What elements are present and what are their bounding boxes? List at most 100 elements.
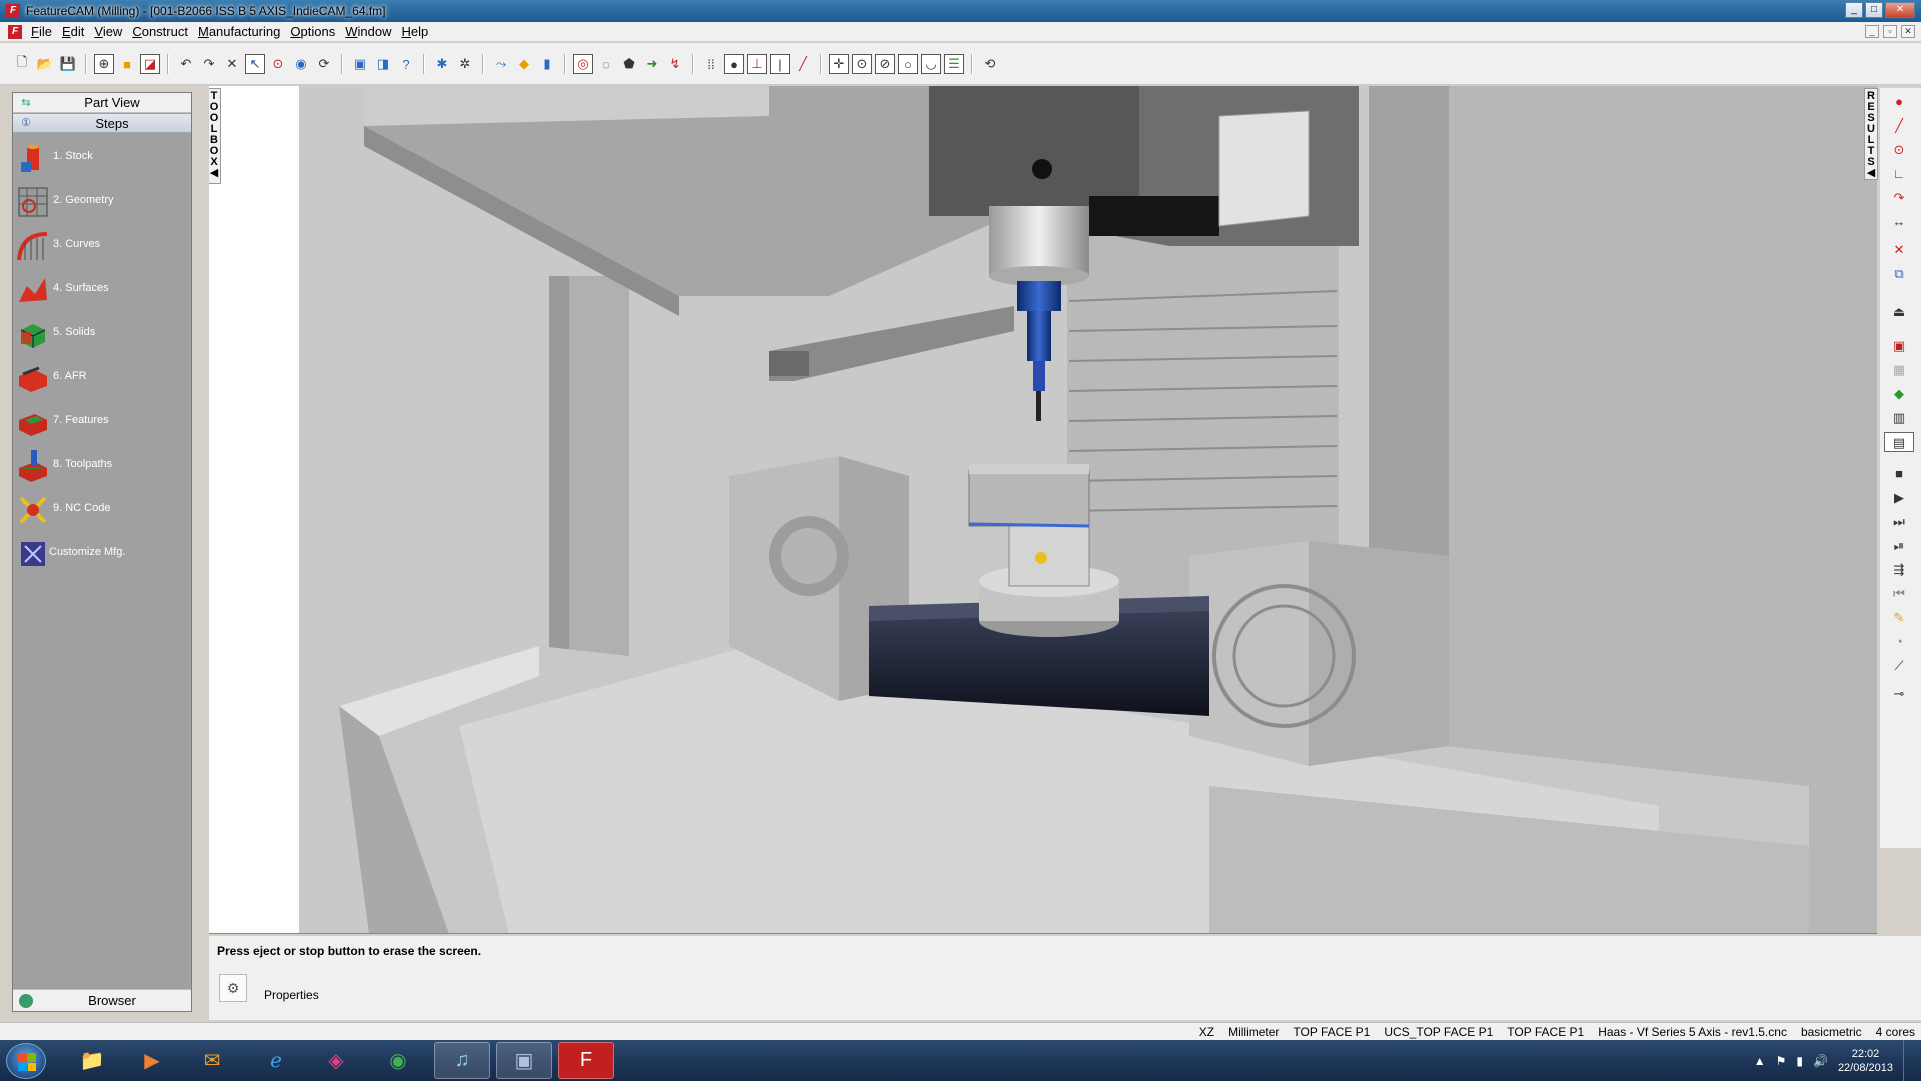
refresh-icon[interactable]: ⟲	[980, 54, 1000, 74]
menu-construct[interactable]: Construct	[127, 24, 193, 39]
maximize-button[interactable]: □	[1865, 2, 1883, 18]
step-geometry[interactable]: 2. Geometry	[13, 182, 191, 226]
new-file-icon[interactable]: 🗋	[12, 54, 32, 74]
tool-icon[interactable]: ✎	[1884, 608, 1914, 628]
menu-help[interactable]: Help	[396, 24, 433, 39]
itunes-taskbar-icon[interactable]: ♫	[434, 1042, 490, 1079]
fast-forward-icon[interactable]: ⏭	[1884, 512, 1914, 532]
internet-explorer-taskbar-icon[interactable]: ℯ	[248, 1042, 304, 1079]
feature-icon[interactable]: ◆	[514, 54, 534, 74]
close-button[interactable]: ✕	[1885, 2, 1915, 18]
graphics-viewport[interactable]: T O O L B O X ◀	[209, 86, 1877, 934]
step-solids[interactable]: 5. Solids	[13, 314, 191, 358]
select-icon[interactable]: ↖	[245, 54, 265, 74]
database-icon[interactable]: ◨	[373, 54, 393, 74]
color-icon[interactable]: ■	[117, 54, 137, 74]
arc-icon[interactable]: ◡	[921, 54, 941, 74]
step-mode-icon[interactable]: ⇶	[1884, 560, 1914, 580]
snap-mode-icon[interactable]: ⊕	[94, 54, 114, 74]
crosshair-icon[interactable]: ✛	[829, 54, 849, 74]
arc-tool-icon[interactable]: ↷	[1884, 188, 1914, 208]
rotate-icon[interactable]: ⟳	[314, 54, 334, 74]
menu-file[interactable]: File	[26, 24, 57, 39]
speed-slider-icon[interactable]: ⊸	[1884, 684, 1914, 704]
curve-icon[interactable]: ↯	[665, 54, 685, 74]
featurecam-app-icon[interactable]: F	[6, 4, 20, 18]
stock-tb-icon[interactable]: ▮	[537, 54, 557, 74]
simulation-icon[interactable]: ◎	[573, 54, 593, 74]
stop-icon[interactable]: ■	[1884, 464, 1914, 484]
step-surfaces[interactable]: 4. Surfaces	[13, 270, 191, 314]
media-player-taskbar-icon[interactable]: ▶	[124, 1042, 180, 1079]
play-icon[interactable]: ▶	[1884, 488, 1914, 508]
solid-icon[interactable]: ⬟	[619, 54, 639, 74]
fixture-display-icon[interactable]: ▥	[1884, 408, 1914, 428]
surface-icon[interactable]: ◌	[596, 54, 616, 74]
paint-taskbar-icon[interactable]: ◈	[308, 1042, 364, 1079]
step-stock[interactable]: 1. Stock	[13, 138, 191, 182]
featurecam-taskbar-icon[interactable]: F	[558, 1042, 614, 1079]
color-wheel-icon[interactable]: ◉	[291, 54, 311, 74]
circle-3pt-icon[interactable]: ○	[898, 54, 918, 74]
help-icon[interactable]: ?	[396, 54, 416, 74]
explorer-taskbar-icon[interactable]: 📁	[64, 1042, 120, 1079]
delete-icon[interactable]: ✕	[222, 54, 242, 74]
show-desktop-button[interactable]	[1903, 1040, 1913, 1081]
line-icon[interactable]: ⊥	[747, 54, 767, 74]
properties-button[interactable]: ⚙	[219, 974, 247, 1002]
dimension-tool-icon[interactable]: ↔	[1884, 212, 1914, 232]
point-tool-icon[interactable]: ●	[1884, 92, 1914, 112]
zoom-icon[interactable]: ⊙	[268, 54, 288, 74]
redo-icon[interactable]: ↷	[199, 54, 219, 74]
menu-window[interactable]: Window	[340, 24, 396, 39]
toolbox-tab[interactable]: T O O L B O X ◀	[209, 88, 221, 184]
browser-tab[interactable]: Browser	[13, 989, 191, 1011]
step-features[interactable]: 7. Features	[13, 402, 191, 446]
menu-options[interactable]: Options	[285, 24, 340, 39]
view-icon[interactable]: ▣	[350, 54, 370, 74]
circle-tool-icon[interactable]: ⊙	[1884, 140, 1914, 160]
wizard-icon[interactable]: ✱	[432, 54, 452, 74]
menu-manufacturing[interactable]: Manufacturing	[193, 24, 285, 39]
corner-tool-icon[interactable]: ∟	[1884, 164, 1914, 184]
eject-icon[interactable]: ⏏	[1884, 302, 1914, 322]
part-display-icon[interactable]: ▦	[1884, 360, 1914, 380]
results-tab[interactable]: R E S U L T S ◀	[1864, 88, 1878, 180]
line-tool-icon[interactable]: ╱	[1884, 116, 1914, 136]
stock-display-icon[interactable]: ▣	[1884, 336, 1914, 356]
measure-icon[interactable]: ◔	[1884, 632, 1914, 652]
menu-view[interactable]: View	[89, 24, 127, 39]
mdi-restore-button[interactable]: ▫	[1883, 25, 1897, 38]
step-afr[interactable]: 6. AFR	[13, 358, 191, 402]
tool-wizard-icon[interactable]: ✲	[455, 54, 475, 74]
open-file-icon[interactable]: 📂	[35, 54, 55, 74]
step-nc-code[interactable]: 9. NC Code	[13, 490, 191, 534]
step-customize-mfg[interactable]: Customize Mfg.	[13, 534, 191, 578]
clock[interactable]: 22:02 22/08/2013	[1838, 1047, 1893, 1075]
step-curves[interactable]: 3. Curves	[13, 226, 191, 270]
menu-edit[interactable]: Edit	[57, 24, 89, 39]
shaded-icon[interactable]: ◪	[140, 54, 160, 74]
step-back-icon[interactable]: ⏮	[1884, 584, 1914, 604]
tray-expand-icon[interactable]: ▲	[1754, 1054, 1766, 1068]
point-icon[interactable]: ●	[724, 54, 744, 74]
trim-tool-icon[interactable]: ✕	[1884, 240, 1914, 260]
step-forward-icon[interactable]: ⏯	[1884, 536, 1914, 556]
undo-icon[interactable]: ↶	[176, 54, 196, 74]
circle-icon[interactable]: ⊘	[875, 54, 895, 74]
start-button[interactable]	[6, 1043, 46, 1079]
minimize-button[interactable]: _	[1845, 2, 1863, 18]
machine-display-icon[interactable]: ▤	[1884, 432, 1914, 452]
step-toolpaths[interactable]: 8. Toolpaths	[13, 446, 191, 490]
part-view-header[interactable]: ⇆ Part View	[13, 93, 191, 113]
toolpath-icon[interactable]: ⤳	[491, 54, 511, 74]
document-icon[interactable]: F	[8, 24, 22, 39]
layers-icon[interactable]: ☰	[944, 54, 964, 74]
graph-icon[interactable]: ⟋	[1884, 656, 1914, 676]
transform-tool-icon[interactable]: ⧉	[1884, 264, 1914, 284]
solid-display-icon[interactable]: ◆	[1884, 384, 1914, 404]
steps-header[interactable]: ① Steps	[13, 114, 191, 133]
mdi-close-button[interactable]: ✕	[1901, 25, 1915, 38]
grid-icon[interactable]: ⁞⁞	[701, 54, 721, 74]
chrome-taskbar-icon[interactable]: ◉	[370, 1042, 426, 1079]
